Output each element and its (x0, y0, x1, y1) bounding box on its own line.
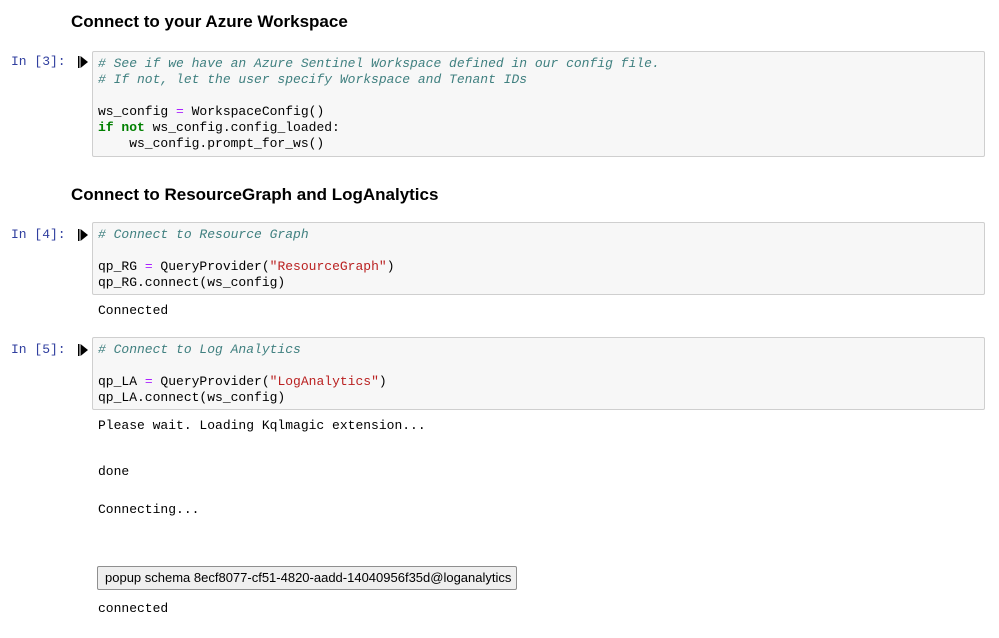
code-line: if not ws_config.config_loaded: (98, 120, 979, 136)
section-heading-resource: Connect to ResourceGraph and LogAnalytic… (71, 185, 439, 204)
run-cell-icon[interactable] (78, 229, 88, 241)
code-text: qp_RG.connect(ws_config) (98, 275, 286, 290)
code-string: "LogAnalytics" (269, 374, 379, 389)
code-comment: # Connect to Log Analytics (98, 342, 301, 357)
code-comment: # See if we have an Azure Sentinel Works… (98, 56, 660, 71)
code-comment: # If not, let the user specify Workspace… (98, 72, 528, 87)
code-text: ) (386, 259, 395, 274)
code-text: ) (378, 374, 387, 389)
code-cell-input[interactable]: # See if we have an Azure Sentinel Works… (92, 51, 985, 157)
code-cell-input[interactable]: # Connect to Resource Graph qp_RG = Quer… (92, 222, 985, 295)
code-text: qp_LA (98, 374, 145, 389)
popup-schema-button[interactable]: popup schema 8ecf8077-cf51-4820-aadd-140… (97, 566, 517, 590)
section-heading-workspace: Connect to your Azure Workspace (71, 12, 348, 31)
code-operator: = (144, 374, 153, 389)
output-done-text: done (98, 464, 130, 479)
code-line: # Connect to Resource Graph (98, 227, 979, 243)
run-cell-icon[interactable] (78, 344, 88, 356)
code-operator: = (144, 259, 153, 274)
code-cell-input[interactable]: # Connect to Log Analytics qp_LA = Query… (92, 337, 985, 410)
cell-prompt: In [5]: (11, 342, 66, 357)
code-text: QueryProvider( (152, 259, 270, 274)
code-text: ws_config.config_loaded: (144, 120, 340, 135)
code-text: QueryProvider( (152, 374, 270, 389)
code-line: ws_config = WorkspaceConfig() (98, 104, 979, 120)
code-line: qp_RG.connect(ws_config) (98, 275, 979, 291)
code-keyword: if (98, 120, 114, 135)
cell-prompt: In [4]: (11, 227, 66, 242)
code-line: ws_config.prompt_for_ws() (98, 136, 979, 152)
code-text: qp_RG (98, 259, 145, 274)
code-text: ws_config (98, 104, 177, 119)
output-connected-text: connected (98, 601, 169, 616)
code-keyword: not (121, 120, 145, 135)
code-comment: # Connect to Resource Graph (98, 227, 309, 242)
code-text: qp_LA.connect(ws_config) (98, 390, 286, 405)
code-line: # If not, let the user specify Workspace… (98, 72, 979, 88)
code-operator: = (176, 104, 184, 119)
code-line: # Connect to Log Analytics (98, 342, 979, 358)
run-cell-icon[interactable] (78, 56, 88, 68)
code-line: qp_LA = QueryProvider("LogAnalytics") (98, 374, 979, 390)
code-string: "ResourceGraph" (269, 259, 387, 274)
code-line: qp_RG = QueryProvider("ResourceGraph") (98, 259, 979, 275)
cell-prompt: In [3]: (11, 54, 66, 69)
cell-output: Connected (98, 303, 169, 318)
code-text: WorkspaceConfig() (183, 104, 325, 119)
code-text: ws_config.prompt_for_ws() (98, 136, 325, 151)
output-connecting-text: Connecting... (98, 502, 200, 517)
code-line: # See if we have an Azure Sentinel Works… (98, 56, 979, 72)
code-line: qp_LA.connect(ws_config) (98, 390, 979, 406)
output-loading-text: Please wait. Loading Kqlmagic extension.… (98, 418, 426, 433)
